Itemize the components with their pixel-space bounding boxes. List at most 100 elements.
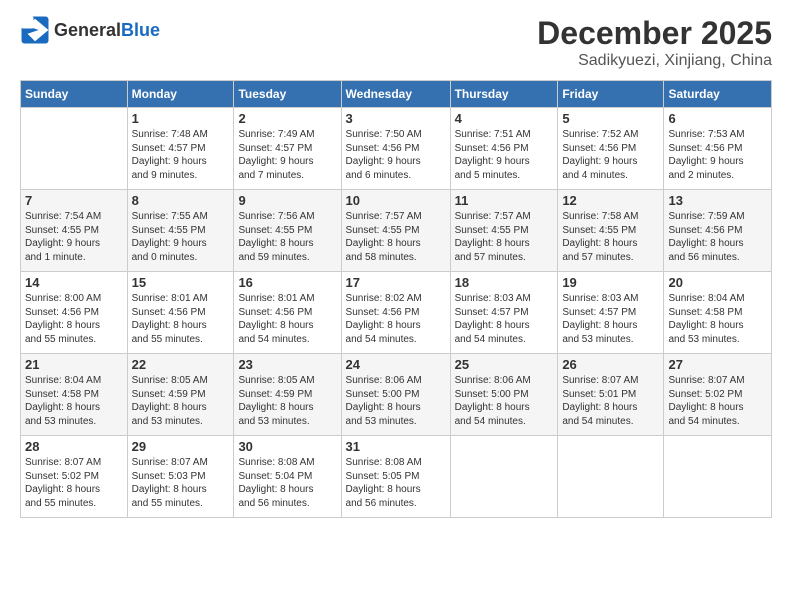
- calendar-cell: 24Sunrise: 8:06 AM Sunset: 5:00 PM Dayli…: [341, 354, 450, 436]
- calendar-cell: 12 Sunrise: 7:58 AM Sunset: 4:55 PM Dayli…: [558, 190, 664, 272]
- day-info: Sunrise: 8:05 AM Sunset: 4:59 PM Dayligh…: [238, 374, 336, 428]
- col-tuesday: Tuesday: [234, 81, 341, 108]
- calendar-cell: 14 Sunrise: 8:00 AM Sunset: 4:56 PM Dayli…: [21, 272, 128, 354]
- calendar-cell: 1Sunrise: 7:48 AM Sunset: 4:57 PM Daylig…: [127, 108, 234, 190]
- day-info: Sunrise: 8:07 AM Sunset: 5:03 PM Dayligh…: [132, 456, 230, 510]
- day-number: 13: [668, 193, 767, 208]
- col-thursday: Thursday: [450, 81, 558, 108]
- day-number: 4: [455, 111, 554, 126]
- day-info: Sunrise: 8:07 AM Sunset: 5:01 PM Dayligh…: [562, 374, 659, 428]
- calendar-cell: 26Sunrise: 8:07 AM Sunset: 5:01 PM Dayli…: [558, 354, 664, 436]
- day-info: Sunrise: 8:06 AM Sunset: 5:00 PM Dayligh…: [346, 374, 446, 428]
- calendar-cell: 9 Sunrise: 7:56 AM Sunset: 4:55 PM Daylig…: [234, 190, 341, 272]
- day-info: Sunrise: 7:57 AM Sunset: 4:55 PM Dayligh…: [346, 210, 446, 264]
- calendar-cell: 15Sunrise: 8:01 AM Sunset: 4:56 PM Dayli…: [127, 272, 234, 354]
- calendar-cell: 19 Sunrise: 8:03 AM Sunset: 4:57 PM Dayli…: [558, 272, 664, 354]
- day-number: 16: [238, 275, 336, 290]
- calendar-cell: 8 Sunrise: 7:55 AM Sunset: 4:55 PM Daylig…: [127, 190, 234, 272]
- day-number: 8: [132, 193, 230, 208]
- calendar-week-row-5: 28 Sunrise: 8:07 AM Sunset: 5:02 PM Dayli…: [21, 436, 772, 518]
- day-info: Sunrise: 7:58 AM Sunset: 4:55 PM Dayligh…: [562, 210, 659, 264]
- calendar-cell: 25 Sunrise: 8:06 AM Sunset: 5:00 PM Dayli…: [450, 354, 558, 436]
- calendar-cell: [450, 436, 558, 518]
- day-info: Sunrise: 7:54 AM Sunset: 4:55 PM Dayligh…: [25, 210, 123, 264]
- calendar-cell: 5 Sunrise: 7:52 AM Sunset: 4:56 PM Daylig…: [558, 108, 664, 190]
- day-number: 29: [132, 439, 230, 454]
- calendar-week-row-4: 21Sunrise: 8:04 AM Sunset: 4:58 PM Dayli…: [21, 354, 772, 436]
- day-info: Sunrise: 8:07 AM Sunset: 5:02 PM Dayligh…: [25, 456, 123, 510]
- day-number: 25: [455, 357, 554, 372]
- day-number: 18: [455, 275, 554, 290]
- calendar-cell: 20 Sunrise: 8:04 AM Sunset: 4:58 PM Dayli…: [664, 272, 772, 354]
- day-info: Sunrise: 8:06 AM Sunset: 5:00 PM Dayligh…: [455, 374, 554, 428]
- day-number: 15: [132, 275, 230, 290]
- day-number: 6: [668, 111, 767, 126]
- logo-icon: [20, 15, 50, 45]
- day-info: Sunrise: 8:01 AM Sunset: 4:56 PM Dayligh…: [238, 292, 336, 346]
- calendar-cell: 23 Sunrise: 8:05 AM Sunset: 4:59 PM Dayli…: [234, 354, 341, 436]
- day-number: 23: [238, 357, 336, 372]
- col-sunday: Sunday: [21, 81, 128, 108]
- day-info: Sunrise: 8:08 AM Sunset: 5:05 PM Dayligh…: [346, 456, 446, 510]
- calendar-cell: 27Sunrise: 8:07 AM Sunset: 5:02 PM Dayli…: [664, 354, 772, 436]
- calendar-cell: 31Sunrise: 8:08 AM Sunset: 5:05 PM Dayli…: [341, 436, 450, 518]
- calendar-cell: 7Sunrise: 7:54 AM Sunset: 4:55 PM Daylig…: [21, 190, 128, 272]
- day-info: Sunrise: 8:03 AM Sunset: 4:57 PM Dayligh…: [455, 292, 554, 346]
- day-number: 19: [562, 275, 659, 290]
- day-info: Sunrise: 7:52 AM Sunset: 4:56 PM Dayligh…: [562, 128, 659, 182]
- col-saturday: Saturday: [664, 81, 772, 108]
- day-number: 21: [25, 357, 123, 372]
- day-info: Sunrise: 7:50 AM Sunset: 4:56 PM Dayligh…: [346, 128, 446, 182]
- day-info: Sunrise: 8:04 AM Sunset: 4:58 PM Dayligh…: [668, 292, 767, 346]
- title-area: December 2025 Sadikyuezi, Xinjiang, Chin…: [537, 15, 772, 70]
- day-info: Sunrise: 7:49 AM Sunset: 4:57 PM Dayligh…: [238, 128, 336, 182]
- day-number: 10: [346, 193, 446, 208]
- calendar-cell: 29 Sunrise: 8:07 AM Sunset: 5:03 PM Dayli…: [127, 436, 234, 518]
- day-info: Sunrise: 8:03 AM Sunset: 4:57 PM Dayligh…: [562, 292, 659, 346]
- day-info: Sunrise: 8:07 AM Sunset: 5:02 PM Dayligh…: [668, 374, 767, 428]
- day-info: Sunrise: 8:05 AM Sunset: 4:59 PM Dayligh…: [132, 374, 230, 428]
- logo-text: GeneralBlue: [54, 21, 160, 40]
- day-number: 2: [238, 111, 336, 126]
- day-info: Sunrise: 7:55 AM Sunset: 4:55 PM Dayligh…: [132, 210, 230, 264]
- month-year-title: December 2025: [537, 15, 772, 52]
- calendar-cell: 4 Sunrise: 7:51 AM Sunset: 4:56 PM Daylig…: [450, 108, 558, 190]
- calendar-cell: 22 Sunrise: 8:05 AM Sunset: 4:59 PM Dayli…: [127, 354, 234, 436]
- calendar-week-row-2: 7Sunrise: 7:54 AM Sunset: 4:55 PM Daylig…: [21, 190, 772, 272]
- calendar-cell: [21, 108, 128, 190]
- calendar-cell: [558, 436, 664, 518]
- day-info: Sunrise: 7:56 AM Sunset: 4:55 PM Dayligh…: [238, 210, 336, 264]
- day-number: 22: [132, 357, 230, 372]
- page-container: GeneralBlue December 2025 Sadikyuezi, Xi…: [0, 0, 792, 528]
- calendar-cell: 30 Sunrise: 8:08 AM Sunset: 5:04 PM Dayli…: [234, 436, 341, 518]
- day-number: 30: [238, 439, 336, 454]
- day-info: Sunrise: 8:02 AM Sunset: 4:56 PM Dayligh…: [346, 292, 446, 346]
- calendar-cell: 18 Sunrise: 8:03 AM Sunset: 4:57 PM Dayli…: [450, 272, 558, 354]
- day-info: Sunrise: 8:08 AM Sunset: 5:04 PM Dayligh…: [238, 456, 336, 510]
- day-info: Sunrise: 8:00 AM Sunset: 4:56 PM Dayligh…: [25, 292, 123, 346]
- calendar-cell: 3Sunrise: 7:50 AM Sunset: 4:56 PM Daylig…: [341, 108, 450, 190]
- location-subtitle: Sadikyuezi, Xinjiang, China: [537, 52, 772, 70]
- day-number: 12: [562, 193, 659, 208]
- calendar-table: Sunday Monday Tuesday Wednesday Thursday…: [20, 80, 772, 518]
- day-number: 20: [668, 275, 767, 290]
- day-number: 14: [25, 275, 123, 290]
- calendar-cell: 13Sunrise: 7:59 AM Sunset: 4:56 PM Dayli…: [664, 190, 772, 272]
- calendar-cell: 10 Sunrise: 7:57 AM Sunset: 4:55 PM Dayli…: [341, 190, 450, 272]
- col-monday: Monday: [127, 81, 234, 108]
- calendar-header-row: Sunday Monday Tuesday Wednesday Thursday…: [21, 81, 772, 108]
- calendar-week-row-1: 1Sunrise: 7:48 AM Sunset: 4:57 PM Daylig…: [21, 108, 772, 190]
- calendar-cell: 28 Sunrise: 8:07 AM Sunset: 5:02 PM Dayli…: [21, 436, 128, 518]
- calendar-cell: 2 Sunrise: 7:49 AM Sunset: 4:57 PM Daylig…: [234, 108, 341, 190]
- day-number: 5: [562, 111, 659, 126]
- calendar-cell: 17 Sunrise: 8:02 AM Sunset: 4:56 PM Dayli…: [341, 272, 450, 354]
- calendar-week-row-3: 14 Sunrise: 8:00 AM Sunset: 4:56 PM Dayli…: [21, 272, 772, 354]
- day-number: 9: [238, 193, 336, 208]
- calendar-cell: [664, 436, 772, 518]
- header: GeneralBlue December 2025 Sadikyuezi, Xi…: [20, 15, 772, 70]
- calendar-cell: 16 Sunrise: 8:01 AM Sunset: 4:56 PM Dayli…: [234, 272, 341, 354]
- day-number: 28: [25, 439, 123, 454]
- day-number: 17: [346, 275, 446, 290]
- day-info: Sunrise: 7:51 AM Sunset: 4:56 PM Dayligh…: [455, 128, 554, 182]
- col-wednesday: Wednesday: [341, 81, 450, 108]
